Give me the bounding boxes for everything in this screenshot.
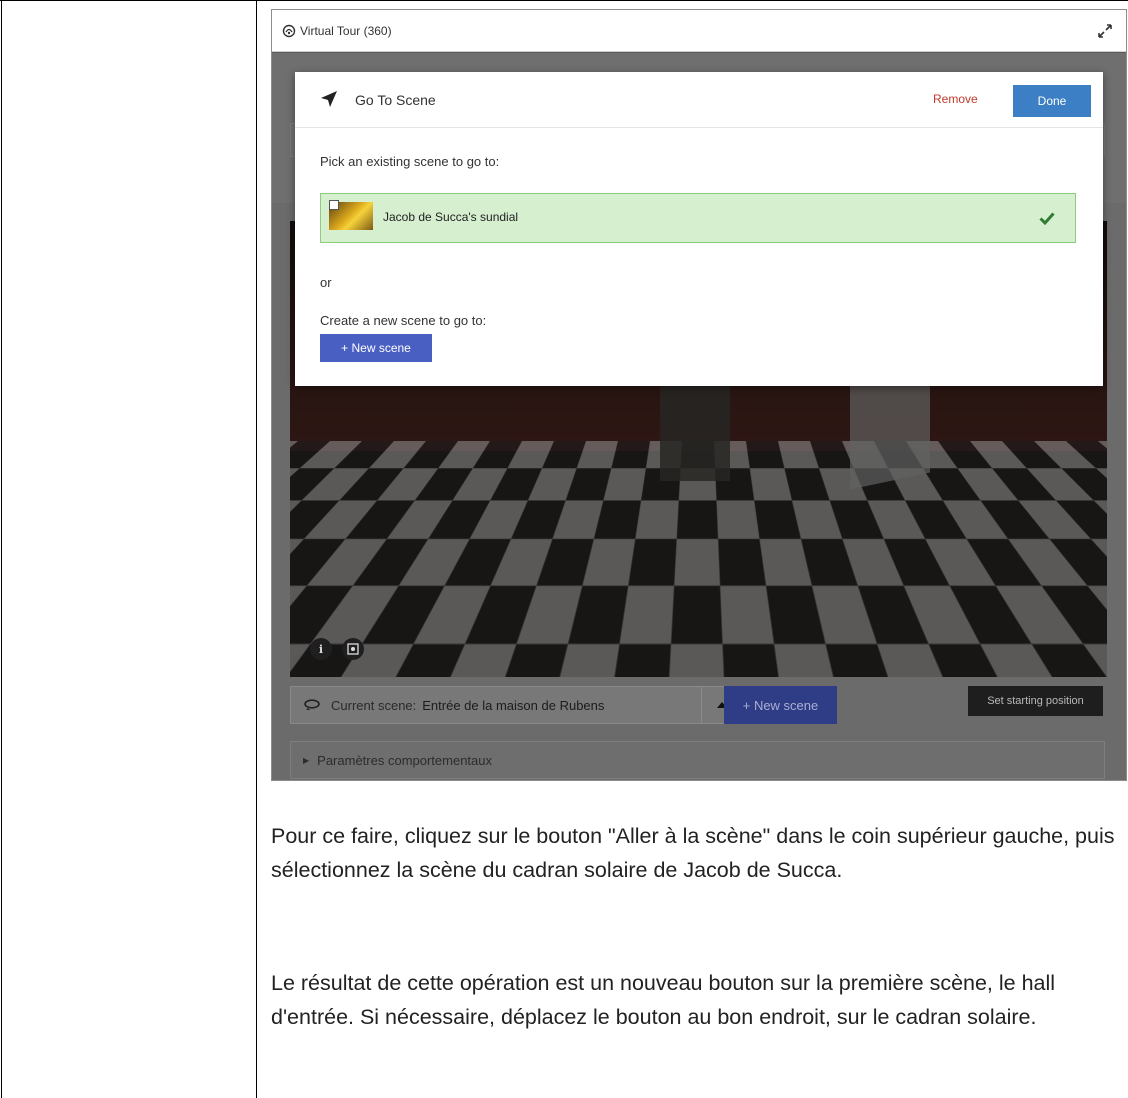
dialog-header: Go To Scene Remove Done [295,72,1103,128]
new-scene-button[interactable]: + New scene [320,334,432,362]
tour-title: Virtual Tour (360) [300,23,392,38]
pick-existing-label: Pick an existing scene to go to: [320,154,500,169]
go-to-scene-dialog: Go To Scene Remove Done Pick an existing… [295,72,1103,386]
scene-loop-icon [304,699,320,710]
table-top-border [0,0,1128,1]
done-button[interactable]: Done [1013,85,1091,117]
current-scene-label: Current scene: [331,697,417,713]
set-starting-position-button[interactable]: Set starting position [968,686,1103,716]
create-new-label: Create a new scene to go to: [320,313,487,328]
image-icon [329,200,339,210]
fullscreen-icon[interactable] [1096,22,1114,40]
result-paragraph: Le résultat de cette opération est un no… [271,971,1056,1029]
scene-option-selected[interactable]: Jacob de Succa's sundial [320,193,1076,243]
caret-right-icon: ▶ [303,755,310,765]
tour-360-icon [282,24,296,37]
check-icon [1039,212,1055,226]
navigation-arrow-icon [321,91,337,107]
dialog-title: Go To Scene [355,92,436,108]
scene-option-label: Jacob de Succa's sundial [383,210,519,224]
focus-icon[interactable] [342,638,364,660]
new-scene-button[interactable]: + New scene [724,686,837,724]
tour-header: Virtual Tour (360) [272,10,1126,52]
table-column-divider [256,0,257,1098]
screenshot-frame: Virtual Tour (360) i Current scene: Entr… [271,9,1127,781]
behavior-settings-label: Paramètres comportementaux [317,752,493,768]
or-separator: or [320,275,332,290]
instruction-paragraph: Pour ce faire, cliquez sur le bouton "Al… [271,824,1115,882]
table-left-border [1,0,2,1098]
current-scene-value: Entrée de la maison de Rubens [422,697,605,713]
remove-button[interactable]: Remove [933,92,978,106]
behavior-settings-accordion[interactable]: ▶ Paramètres comportementaux [290,741,1105,779]
info-icon[interactable]: i [310,638,332,660]
